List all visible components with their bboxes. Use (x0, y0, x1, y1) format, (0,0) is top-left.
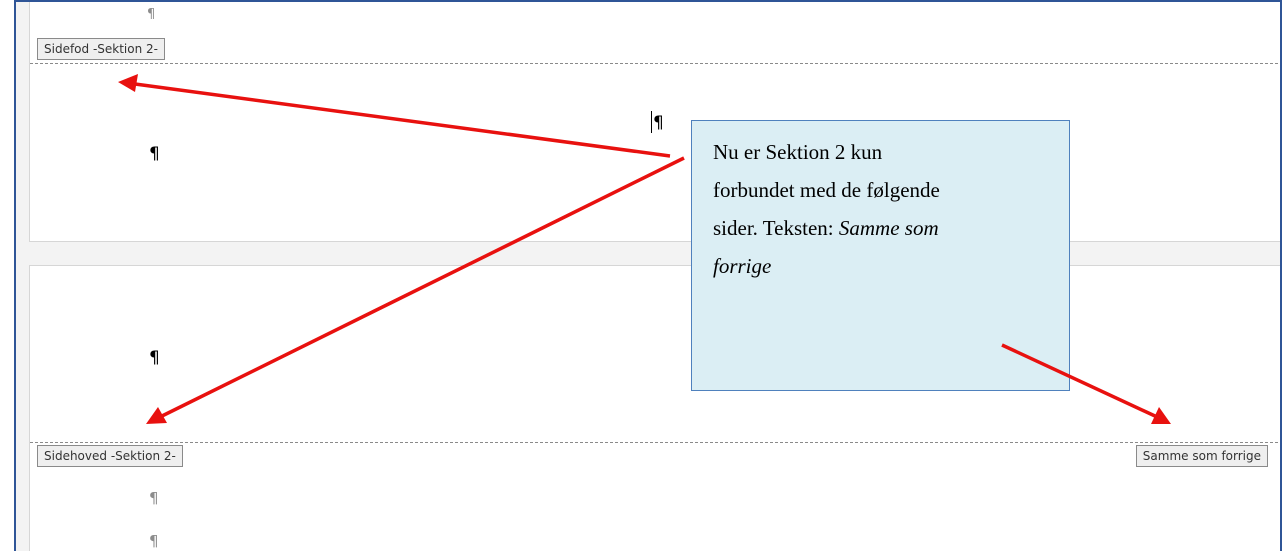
arrow-to-same-as-previous-tag (1001, 343, 1171, 424)
arrow-to-footer-tag (118, 74, 671, 158)
arrow-to-header-tag (146, 156, 685, 424)
annotation-arrows (118, 74, 1171, 424)
